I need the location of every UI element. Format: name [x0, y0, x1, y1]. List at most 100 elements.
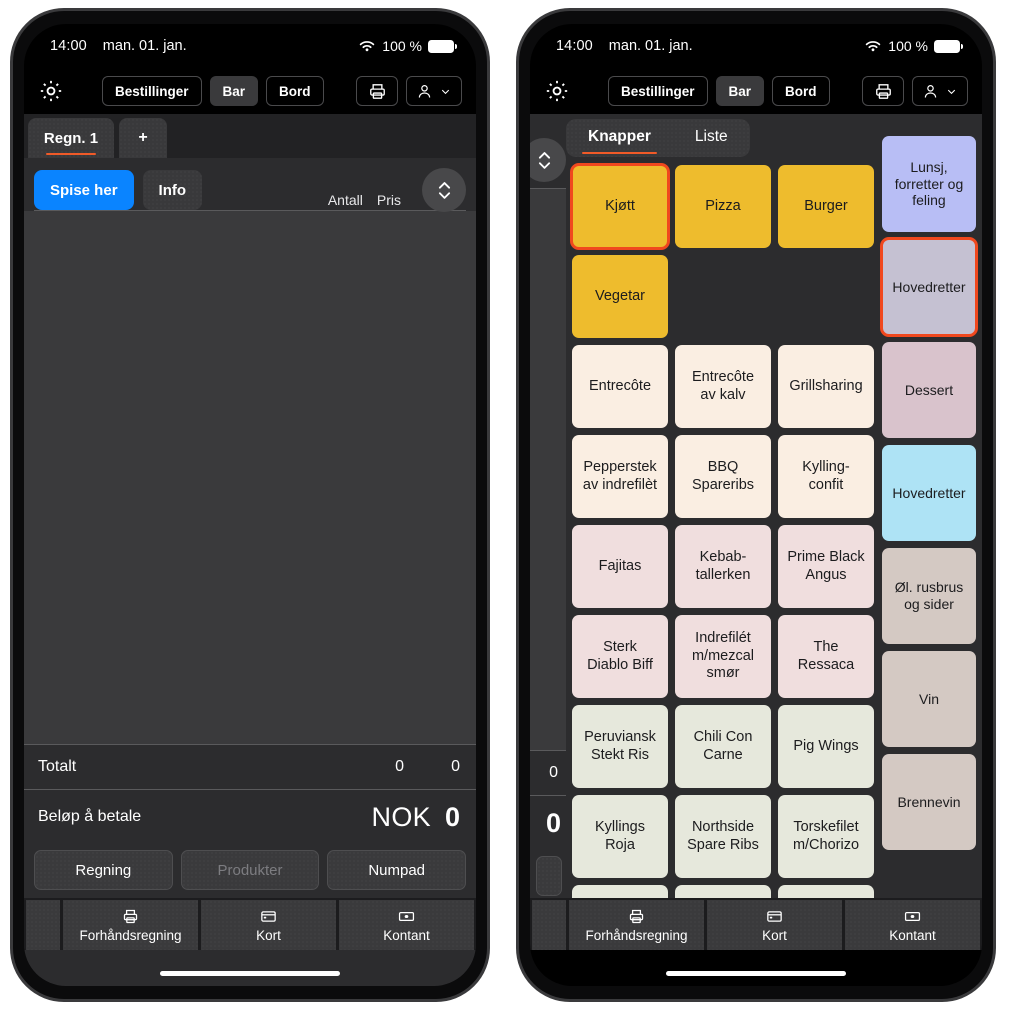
segment-bord[interactable]: Bord	[772, 76, 830, 106]
segment-bestillinger[interactable]: Bestillinger	[608, 76, 708, 106]
product-tile[interactable]: Kyllings Roja	[572, 795, 668, 878]
product-tile[interactable]	[675, 885, 771, 898]
product-tile[interactable]: Kjøtt	[570, 163, 670, 250]
bottom-kort-button[interactable]: Kort	[201, 900, 336, 950]
product-tile[interactable]: Pizza	[675, 165, 771, 248]
chevron-down-icon	[439, 85, 452, 98]
phone-right-screen: 14:00 man. 01. jan. 100 % Bestillinger B…	[530, 24, 982, 986]
product-tile[interactable]: Grillsharing	[778, 345, 874, 428]
view-segment-group: Bestillinger Bar Bord	[102, 76, 324, 106]
order-mode-bar: Spise her Info Antall Pris	[24, 158, 476, 212]
home-indicator	[666, 971, 846, 976]
receipt-panel-edge: 0 0	[530, 114, 566, 898]
receipt-column-headers: Antall Pris	[328, 192, 401, 210]
segment-bar[interactable]: Bar	[715, 76, 765, 106]
product-browser: 0 0 Knapper Liste Kjøtt Pizza Burger Vegeta…	[530, 114, 982, 898]
battery-percent: 100 %	[888, 38, 928, 54]
category-button[interactable]: Øl. rusbrus og sider	[882, 548, 976, 644]
product-tile[interactable]	[572, 885, 668, 898]
action-numpad-button[interactable]: Numpad	[327, 850, 467, 890]
gear-icon[interactable]	[36, 76, 66, 106]
product-tile[interactable]: BBQ Spareribs	[675, 435, 771, 518]
user-menu-button[interactable]	[912, 76, 968, 106]
bottom-forhandsregning-button[interactable]: Forhåndsregning	[63, 900, 198, 950]
product-tile[interactable]: Indrefilét m/mezcal smør	[675, 615, 771, 698]
product-tile[interactable]: Vegetar	[572, 255, 668, 338]
total-price-value: 0	[451, 758, 460, 775]
product-tile[interactable]: Pepperstek av indrefilèt	[572, 435, 668, 518]
action-button-partial[interactable]	[536, 856, 562, 896]
wifi-icon	[358, 39, 376, 53]
category-button[interactable]: Hovedretter	[882, 445, 976, 541]
status-time: 14:00	[50, 38, 87, 54]
print-button[interactable]	[862, 76, 904, 106]
user-menu-button[interactable]	[406, 76, 462, 106]
product-tile[interactable]: Entrecôte av kalv	[675, 345, 771, 428]
total-qty-value: 0	[395, 758, 404, 775]
product-tile[interactable]	[778, 885, 874, 898]
segment-bord[interactable]: Bord	[266, 76, 324, 106]
product-tile[interactable]: Pig Wings	[778, 705, 874, 788]
app-toolbar-right: Bestillinger Bar Bord	[530, 68, 982, 114]
bill-tab-regn-1[interactable]: Regn. 1	[28, 118, 114, 158]
printer-icon	[368, 82, 387, 101]
product-tile[interactable]: Kylling- confit	[778, 435, 874, 518]
product-tile[interactable]: Peruviansk Stekt Ris	[572, 705, 668, 788]
credit-card-icon	[766, 908, 783, 925]
bottom-kort-button[interactable]: Kort	[707, 900, 842, 950]
product-grid-panel: Knapper Liste Kjøtt Pizza Burger Vegetar Ent…	[566, 114, 878, 898]
category-column: Lunsj, forretter og feling Hovedretter Des…	[878, 114, 982, 898]
category-button[interactable]: Lunsj, forretter og feling	[882, 136, 976, 232]
product-tile[interactable]: Kebab- tallerken	[675, 525, 771, 608]
app-toolbar-left: Bestillinger Bar Bord	[24, 68, 476, 114]
toolbar-right-cluster	[356, 76, 462, 106]
bottom-forhandsregning-button[interactable]: Forhåndsregning	[569, 900, 704, 950]
total-label: Totalt	[38, 758, 77, 775]
status-date: man. 01. jan.	[102, 38, 187, 54]
chevron-up-down-icon[interactable]	[422, 168, 466, 212]
product-tile[interactable]: Burger	[778, 165, 874, 248]
tab-knapper[interactable]: Knapper	[566, 119, 673, 157]
category-button[interactable]: Brennevin	[882, 754, 976, 850]
product-tile[interactable]: Prime Black Angus	[778, 525, 874, 608]
home-indicator	[160, 971, 340, 976]
category-button[interactable]: Dessert	[882, 342, 976, 438]
segment-bar[interactable]: Bar	[209, 76, 259, 106]
view-mode-tabs: Knapper Liste	[566, 119, 750, 157]
action-regning-button[interactable]: Regning	[34, 850, 173, 890]
battery-icon	[934, 39, 963, 53]
product-tile[interactable]: Fajitas	[572, 525, 668, 608]
product-tile[interactable]: Sterk Diablo Biff	[572, 615, 668, 698]
print-button[interactable]	[356, 76, 398, 106]
receipt-items-list	[530, 189, 566, 750]
bottom-kontant-button[interactable]: Kontant	[845, 900, 980, 950]
status-right-cluster: 100 %	[358, 38, 457, 54]
add-bill-tab-button[interactable]: +	[119, 118, 167, 158]
phone-left-screen: 14:00 man. 01. jan. 100 % Bestillinger B…	[24, 24, 476, 986]
product-tile[interactable]: The Ressaca	[778, 615, 874, 698]
chevron-up-down-icon[interactable]	[530, 138, 566, 182]
category-button[interactable]: Hovedretter	[880, 237, 978, 337]
segment-bestillinger[interactable]: Bestillinger	[102, 76, 202, 106]
status-date: man. 01. jan.	[608, 38, 693, 54]
credit-card-icon	[260, 908, 277, 925]
product-tile[interactable]: Northside Spare Ribs	[675, 795, 771, 878]
category-button[interactable]: Vin	[882, 651, 976, 747]
product-tile[interactable]: Entrecôte	[572, 345, 668, 428]
printer-icon	[122, 908, 139, 925]
receipt-items-list[interactable]	[24, 211, 476, 744]
mode-spise-her-button[interactable]: Spise her	[34, 170, 134, 210]
wifi-icon	[864, 39, 882, 53]
chevron-down-icon	[945, 85, 958, 98]
product-tile[interactable]: Chili Con Carne	[675, 705, 771, 788]
amount-due-label: Beløp å betale	[38, 808, 142, 825]
receipt-total-row: Totalt 0 0	[24, 744, 476, 790]
mode-info-button[interactable]: Info	[142, 170, 203, 210]
product-tile-grid: Kjøtt Pizza Burger Vegetar Entrecôte Entrecôt…	[566, 157, 878, 898]
bottom-bar-stub	[26, 900, 60, 950]
amount-due-value: 0	[545, 807, 561, 838]
product-tile[interactable]: Torskefilet m/Chorizo	[778, 795, 874, 878]
bottom-kontant-button[interactable]: Kontant	[339, 900, 474, 950]
gear-icon[interactable]	[542, 76, 572, 106]
tab-liste[interactable]: Liste	[673, 119, 750, 157]
